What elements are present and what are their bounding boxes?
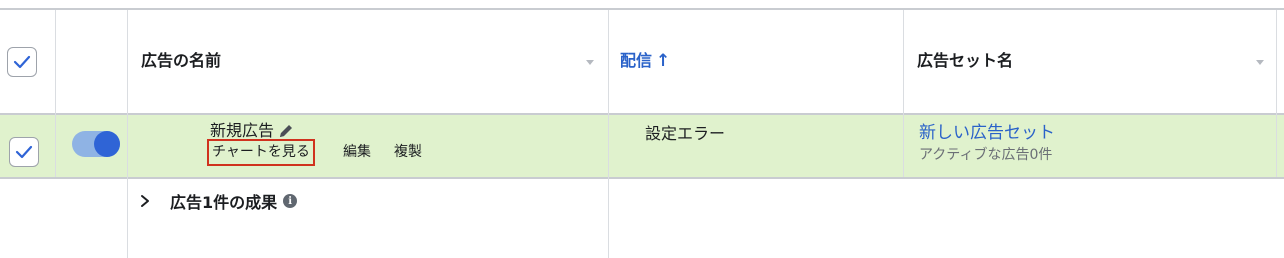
chevron-right-icon[interactable] (140, 194, 150, 208)
col-divider (608, 10, 609, 258)
info-icon[interactable]: i (283, 194, 298, 208)
row-bottom-border (0, 177, 1284, 179)
ad-name-cell[interactable]: 新規広告 (210, 121, 294, 141)
results-summary-row[interactable]: 広告1件の成果 i (140, 189, 298, 213)
selected-row-background (0, 115, 1284, 177)
view-chart-link[interactable]: チャートを見る (207, 139, 315, 166)
ad-status-toggle[interactable] (72, 131, 120, 157)
column-header-ad-name[interactable]: 広告の名前 (141, 51, 221, 71)
delivery-status: 設定エラー (645, 124, 726, 143)
row-checkbox[interactable] (9, 137, 39, 167)
select-all-checkbox[interactable] (7, 47, 37, 77)
ad-set-sort-caret-icon[interactable] (1256, 60, 1264, 65)
ad-name[interactable]: 新規広告 (210, 121, 274, 141)
top-border (0, 8, 1284, 10)
ad-set-link[interactable]: 新しい広告セット (919, 123, 1055, 144)
ad-name-sort-caret-icon[interactable] (586, 60, 594, 65)
pencil-icon[interactable] (278, 123, 294, 139)
column-header-delivery[interactable]: 配信 ↑ (620, 51, 670, 71)
check-icon (15, 145, 33, 159)
col-divider (127, 10, 128, 258)
sort-ascending-icon: ↑ (656, 51, 671, 71)
ad-set-active-count: アクティブな広告0件 (919, 147, 1053, 163)
duplicate-link[interactable]: 複製 (394, 142, 422, 162)
edit-link[interactable]: 編集 (343, 142, 371, 162)
header-bottom-border (0, 113, 1284, 115)
toggle-knob (94, 131, 120, 157)
col-divider (903, 10, 904, 177)
col-divider (55, 10, 56, 177)
column-header-ad-set-name[interactable]: 広告セット名 (917, 51, 1013, 71)
results-summary-label: 広告1件の成果 (170, 193, 278, 212)
col-divider (1276, 10, 1277, 177)
check-icon (13, 55, 31, 69)
delivery-header-label: 配信 (620, 51, 653, 70)
